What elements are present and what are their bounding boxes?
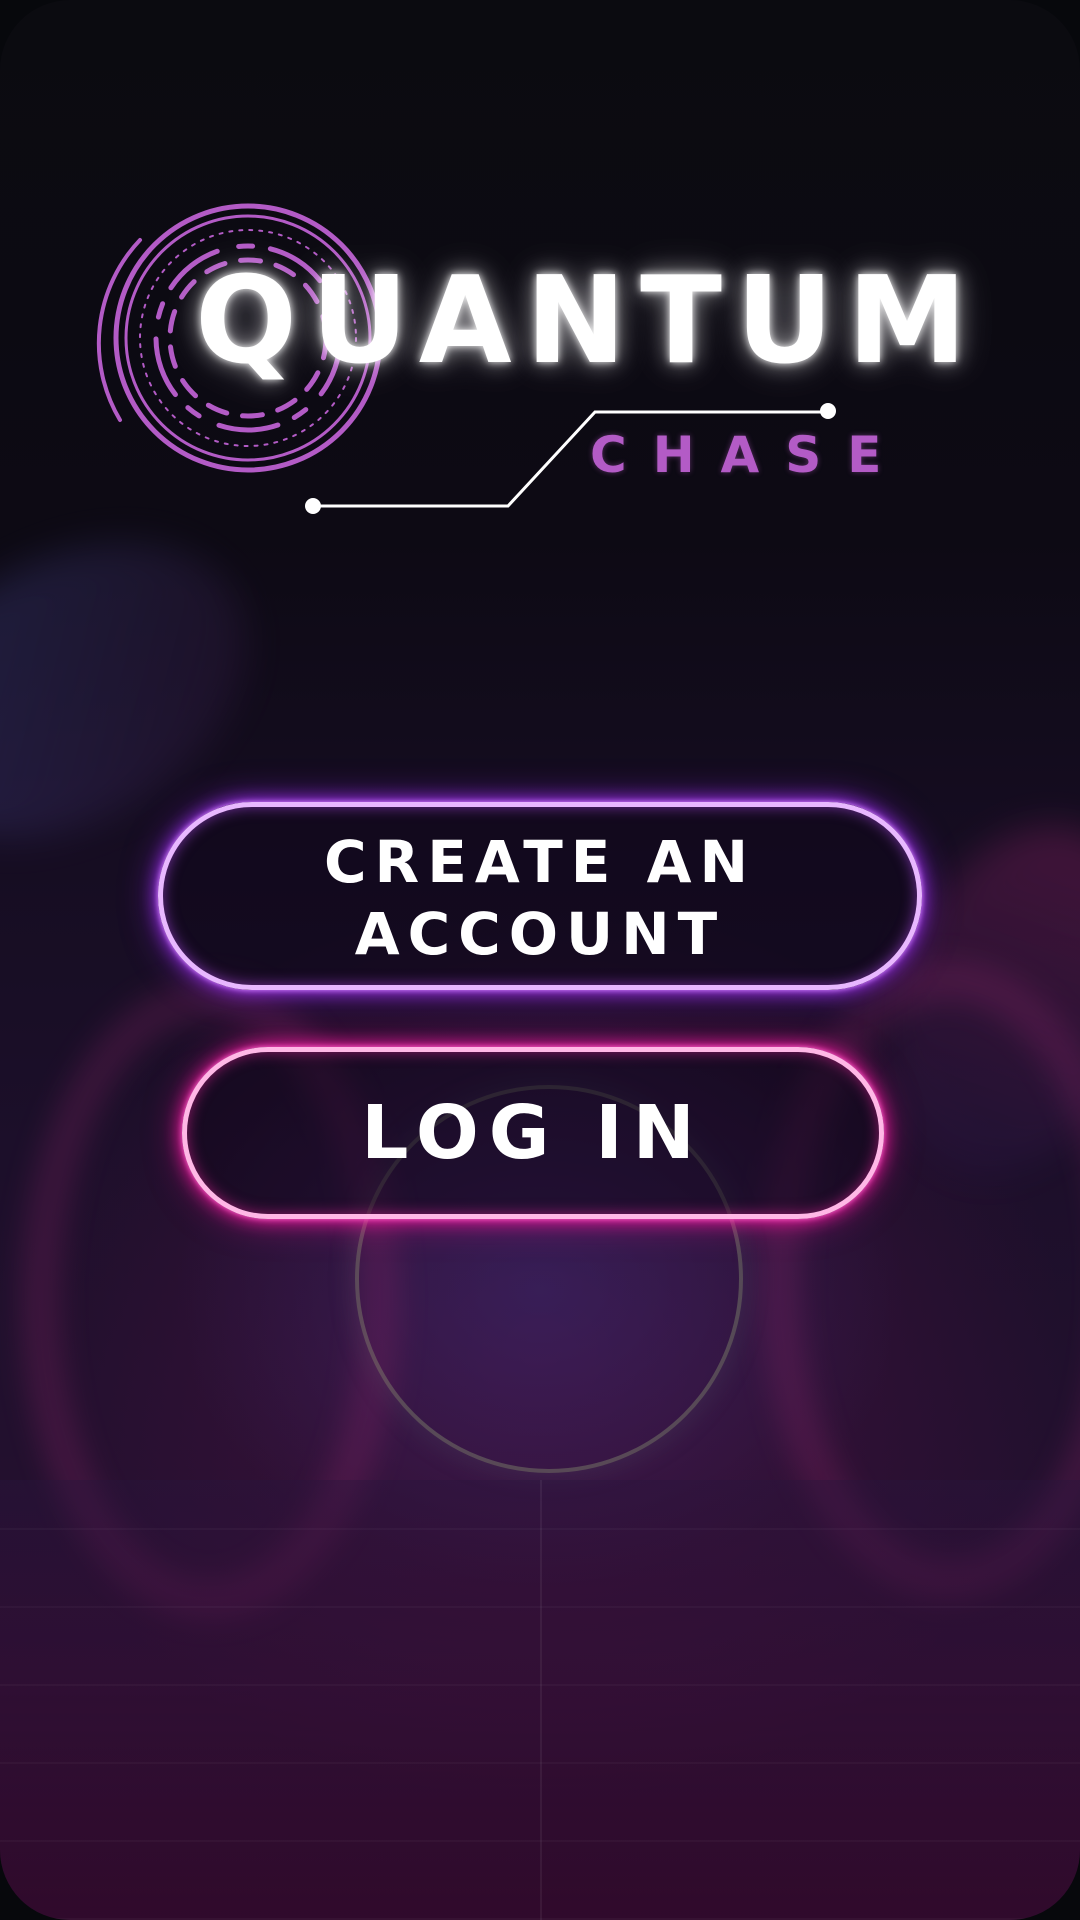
create-account-label: CREATE AN ACCOUNT: [324, 826, 756, 970]
login-button[interactable]: LOG IN: [182, 1047, 884, 1219]
login-label: LOG IN: [361, 1090, 705, 1176]
app-subtitle: CHASE: [590, 426, 908, 484]
create-account-label-line1: CREATE AN: [323, 828, 757, 896]
create-account-label-line2: ACCOUNT: [354, 900, 726, 968]
app-logo: QUANTUM CHASE: [0, 0, 1080, 540]
create-account-button[interactable]: CREATE AN ACCOUNT: [158, 802, 922, 990]
background-floor-line: [540, 1480, 542, 1920]
app-title: QUANTUM: [195, 252, 981, 391]
app-screen: QUANTUM CHASE CREATE AN ACCOUNT LOG IN: [0, 0, 1080, 1920]
